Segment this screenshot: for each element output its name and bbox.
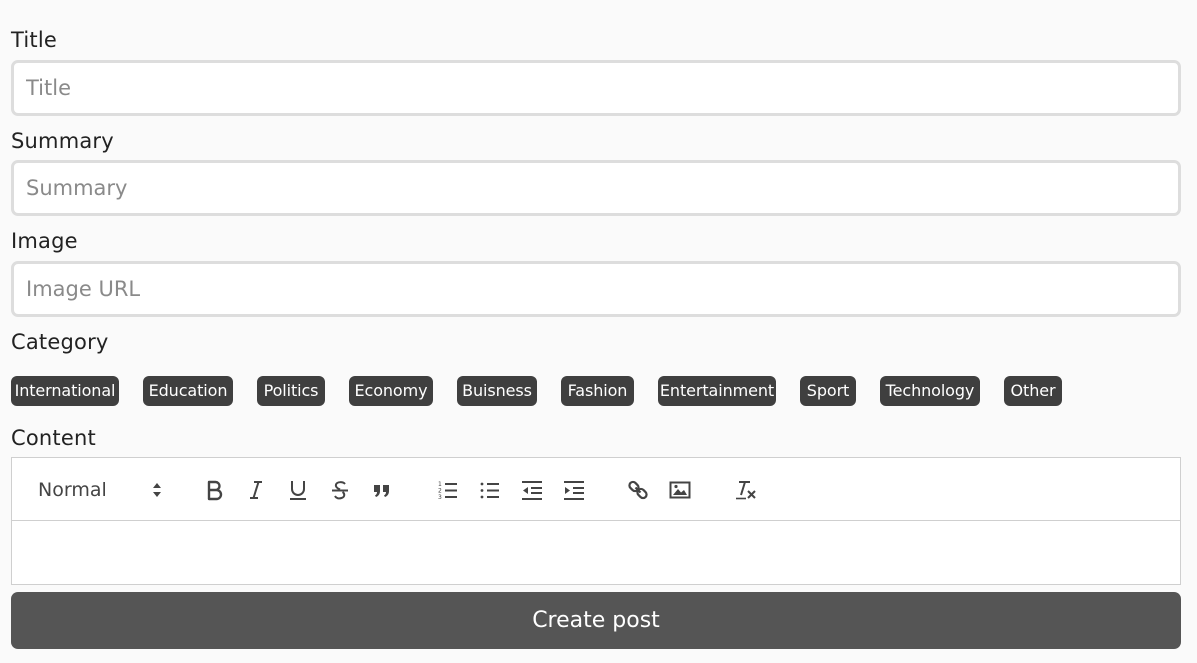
ordered-list-icon: 1 2 3 [438, 481, 457, 501]
content-label: Content [11, 426, 96, 450]
italic-button[interactable] [242, 476, 270, 504]
editor-toolbar: Normal 1 2 3 [12, 458, 1180, 521]
bold-button[interactable] [200, 476, 228, 504]
category-chip-entertainment[interactable]: Entertainment [658, 376, 776, 406]
category-chip-economy[interactable]: Economy [349, 376, 433, 406]
bullet-list-button[interactable] [476, 476, 504, 504]
category-chip-education[interactable]: Education [143, 376, 233, 406]
title-input[interactable] [11, 60, 1181, 116]
title-label: Title [11, 28, 58, 52]
category-chip-technology[interactable]: Technology [880, 376, 980, 406]
category-chip-other[interactable]: Other [1004, 376, 1062, 406]
create-post-button[interactable]: Create post [11, 592, 1181, 649]
category-chip-international[interactable]: International [11, 376, 119, 406]
blockquote-button[interactable] [368, 476, 396, 504]
bullet-list-icon [480, 482, 499, 499]
image-button[interactable] [666, 476, 694, 504]
svg-text:3: 3 [438, 494, 442, 501]
underline-button[interactable] [284, 476, 312, 504]
image-icon [669, 481, 691, 499]
category-chip-buisness[interactable]: Buisness [457, 376, 537, 406]
category-chip-politics[interactable]: Politics [257, 376, 325, 406]
ordered-list-button[interactable]: 1 2 3 [434, 476, 462, 504]
category-label: Category [11, 330, 109, 354]
outdent-icon [522, 481, 542, 500]
summary-input[interactable] [11, 160, 1181, 216]
indent-icon [564, 481, 584, 500]
header-format-select[interactable]: Normal [38, 476, 168, 504]
category-chip-sport[interactable]: Sport [800, 376, 856, 406]
bold-icon [207, 480, 223, 501]
summary-label: Summary [11, 129, 114, 153]
create-post-form: Title Summary Image Category Internation… [0, 0, 1197, 663]
header-format-value: Normal [38, 479, 107, 501]
outdent-button[interactable] [518, 476, 546, 504]
select-arrows-icon [153, 483, 161, 497]
link-button[interactable] [624, 476, 652, 504]
editor-content-area[interactable] [12, 521, 1180, 584]
underline-icon [290, 481, 306, 500]
strikethrough-icon [332, 481, 348, 500]
clear-format-button[interactable] [732, 476, 760, 504]
rich-text-editor: Normal 1 2 3 [11, 457, 1181, 585]
blockquote-icon [374, 485, 389, 497]
clear-format-icon [736, 481, 756, 500]
strikethrough-button[interactable] [326, 476, 354, 504]
category-chip-fashion[interactable]: Fashion [561, 376, 634, 406]
link-icon [628, 480, 648, 500]
image-url-input[interactable] [11, 261, 1181, 317]
italic-icon [250, 481, 262, 499]
indent-button[interactable] [560, 476, 588, 504]
image-label: Image [11, 229, 78, 253]
